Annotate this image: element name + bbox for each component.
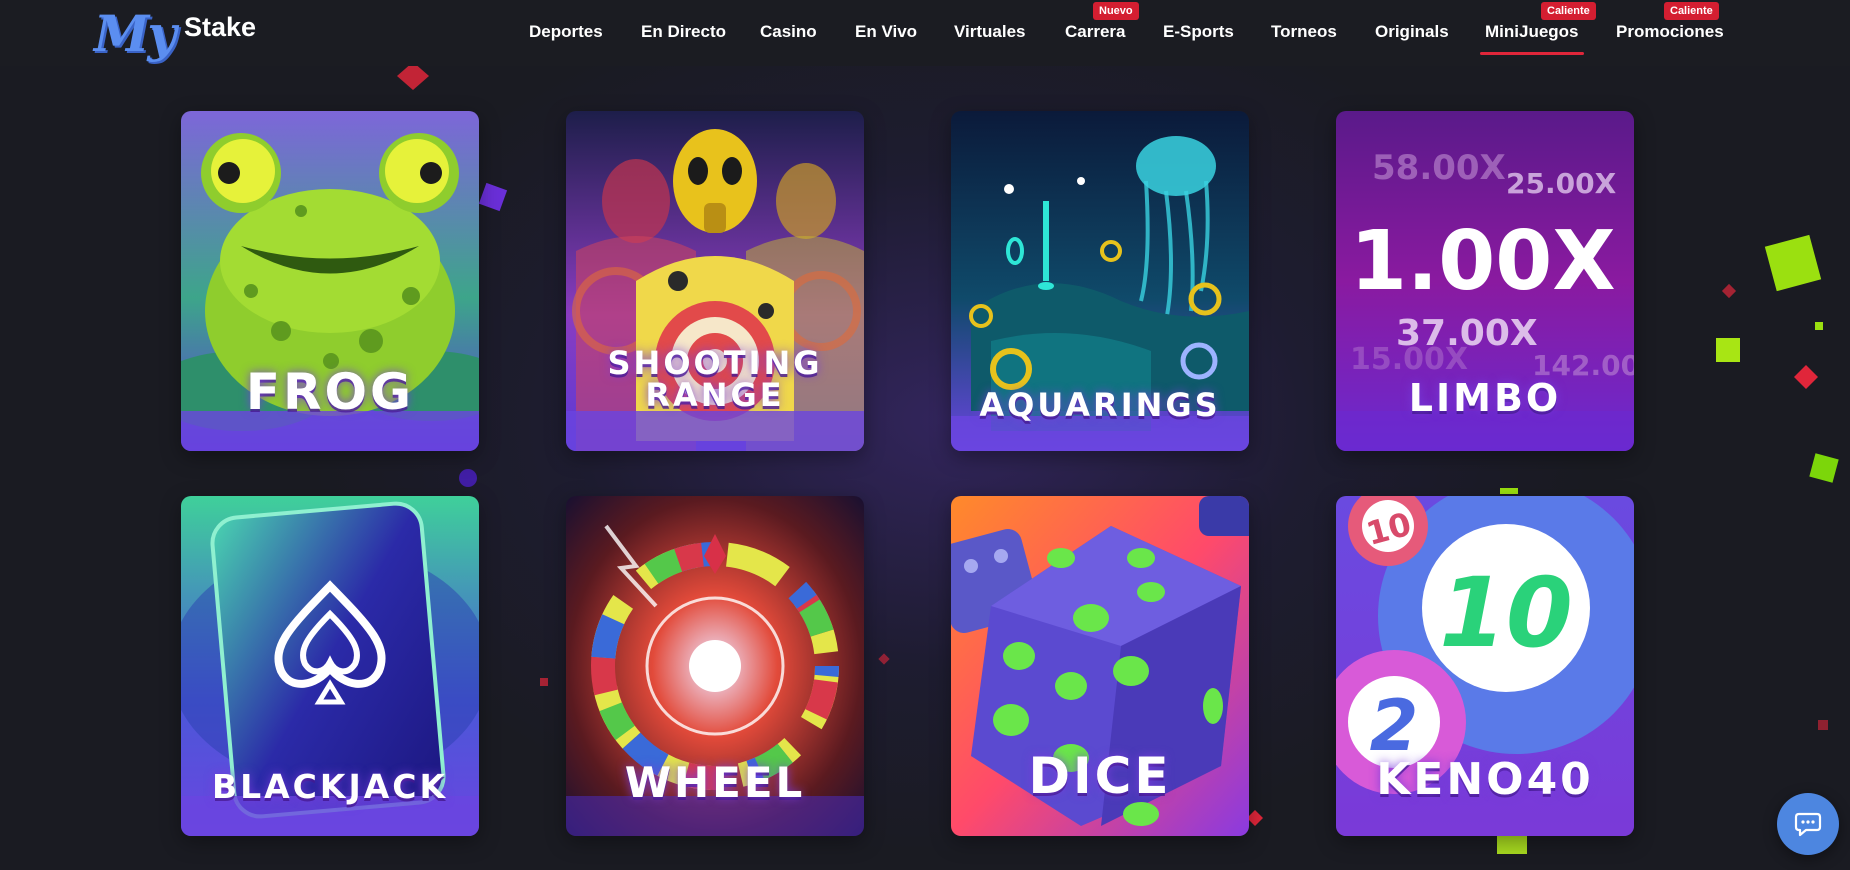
- nav-item-carrera[interactable]: Carrera: [1065, 22, 1126, 46]
- caliente-badge: Caliente: [1664, 2, 1719, 20]
- nav-item-deportes[interactable]: Deportes: [529, 22, 603, 46]
- game-title-line: BLACKJACK: [211, 767, 449, 806]
- dice-title: DICE: [951, 751, 1249, 801]
- top-header: My Stake Deportes En Directo Casino En V…: [0, 0, 1850, 66]
- chat-button[interactable]: [1777, 793, 1839, 855]
- nav-item-esports[interactable]: E-Sports: [1163, 22, 1234, 46]
- main-nav: Deportes En Directo Casino En Vivo Virtu…: [0, 0, 1850, 66]
- caliente-badge: Caliente: [1541, 2, 1596, 20]
- aquarings-title: AQUARINGS: [951, 389, 1249, 421]
- nav-item-en-directo[interactable]: En Directo: [641, 22, 726, 46]
- nav-item-minijuegos[interactable]: MiniJuegos: [1480, 22, 1584, 55]
- game-card-limbo[interactable]: 58.00X 25.00X 1.00X 37.00X 15.00X 142.00…: [1336, 111, 1634, 451]
- game-card-shooting-range[interactable]: SHOOTING RANGE: [566, 111, 864, 451]
- nav-item-virtuales[interactable]: Virtuales: [954, 22, 1026, 46]
- limbo-main-multiplier: 1.00X: [1350, 214, 1616, 309]
- game-title-line: DICE: [1028, 747, 1172, 805]
- game-title-line: KENO40: [1376, 754, 1594, 805]
- wheel-title: WHEEL: [566, 762, 864, 804]
- game-title-line: AQUARINGS: [979, 386, 1221, 424]
- limbo-title: LIMBO: [1336, 379, 1634, 417]
- limbo-multiplier: 15.00X: [1350, 342, 1468, 377]
- nav-item-originals[interactable]: Originals: [1375, 22, 1449, 46]
- game-title-line: LIMBO: [1408, 376, 1562, 420]
- blackjack-title: BLACKJACK: [181, 770, 479, 803]
- nav-item-promociones[interactable]: Promociones: [1616, 22, 1724, 46]
- chat-bubble-icon: [1794, 812, 1822, 837]
- nav-item-torneos[interactable]: Torneos: [1271, 22, 1337, 46]
- game-card-dice[interactable]: DICE: [951, 496, 1249, 836]
- keno40-title: KENO40: [1336, 758, 1634, 802]
- game-title-line: FROG: [245, 363, 415, 421]
- game-card-wheel[interactable]: WHEEL: [566, 496, 864, 836]
- game-card-blackjack[interactable]: BLACKJACK: [181, 496, 479, 836]
- game-title-line: SHOOTING: [607, 344, 823, 382]
- keno-ball-number: 10: [1439, 557, 1573, 669]
- frog-title: FROG: [181, 367, 479, 417]
- game-card-frog[interactable]: FROG: [181, 111, 479, 451]
- game-title-line: RANGE: [645, 376, 785, 414]
- shooting-range-title: SHOOTING RANGE: [566, 347, 864, 411]
- game-card-aquarings[interactable]: AQUARINGS: [951, 111, 1249, 451]
- limbo-multiplier: 58.00X: [1372, 148, 1506, 188]
- nuevo-badge: Nuevo: [1093, 2, 1139, 20]
- nav-item-en-vivo[interactable]: En Vivo: [855, 22, 917, 46]
- limbo-multiplier: 25.00X: [1506, 167, 1617, 200]
- game-card-keno40[interactable]: 10 10 2 KENO40: [1336, 496, 1634, 836]
- game-title-line: WHEEL: [624, 758, 806, 807]
- nav-item-casino[interactable]: Casino: [760, 22, 817, 46]
